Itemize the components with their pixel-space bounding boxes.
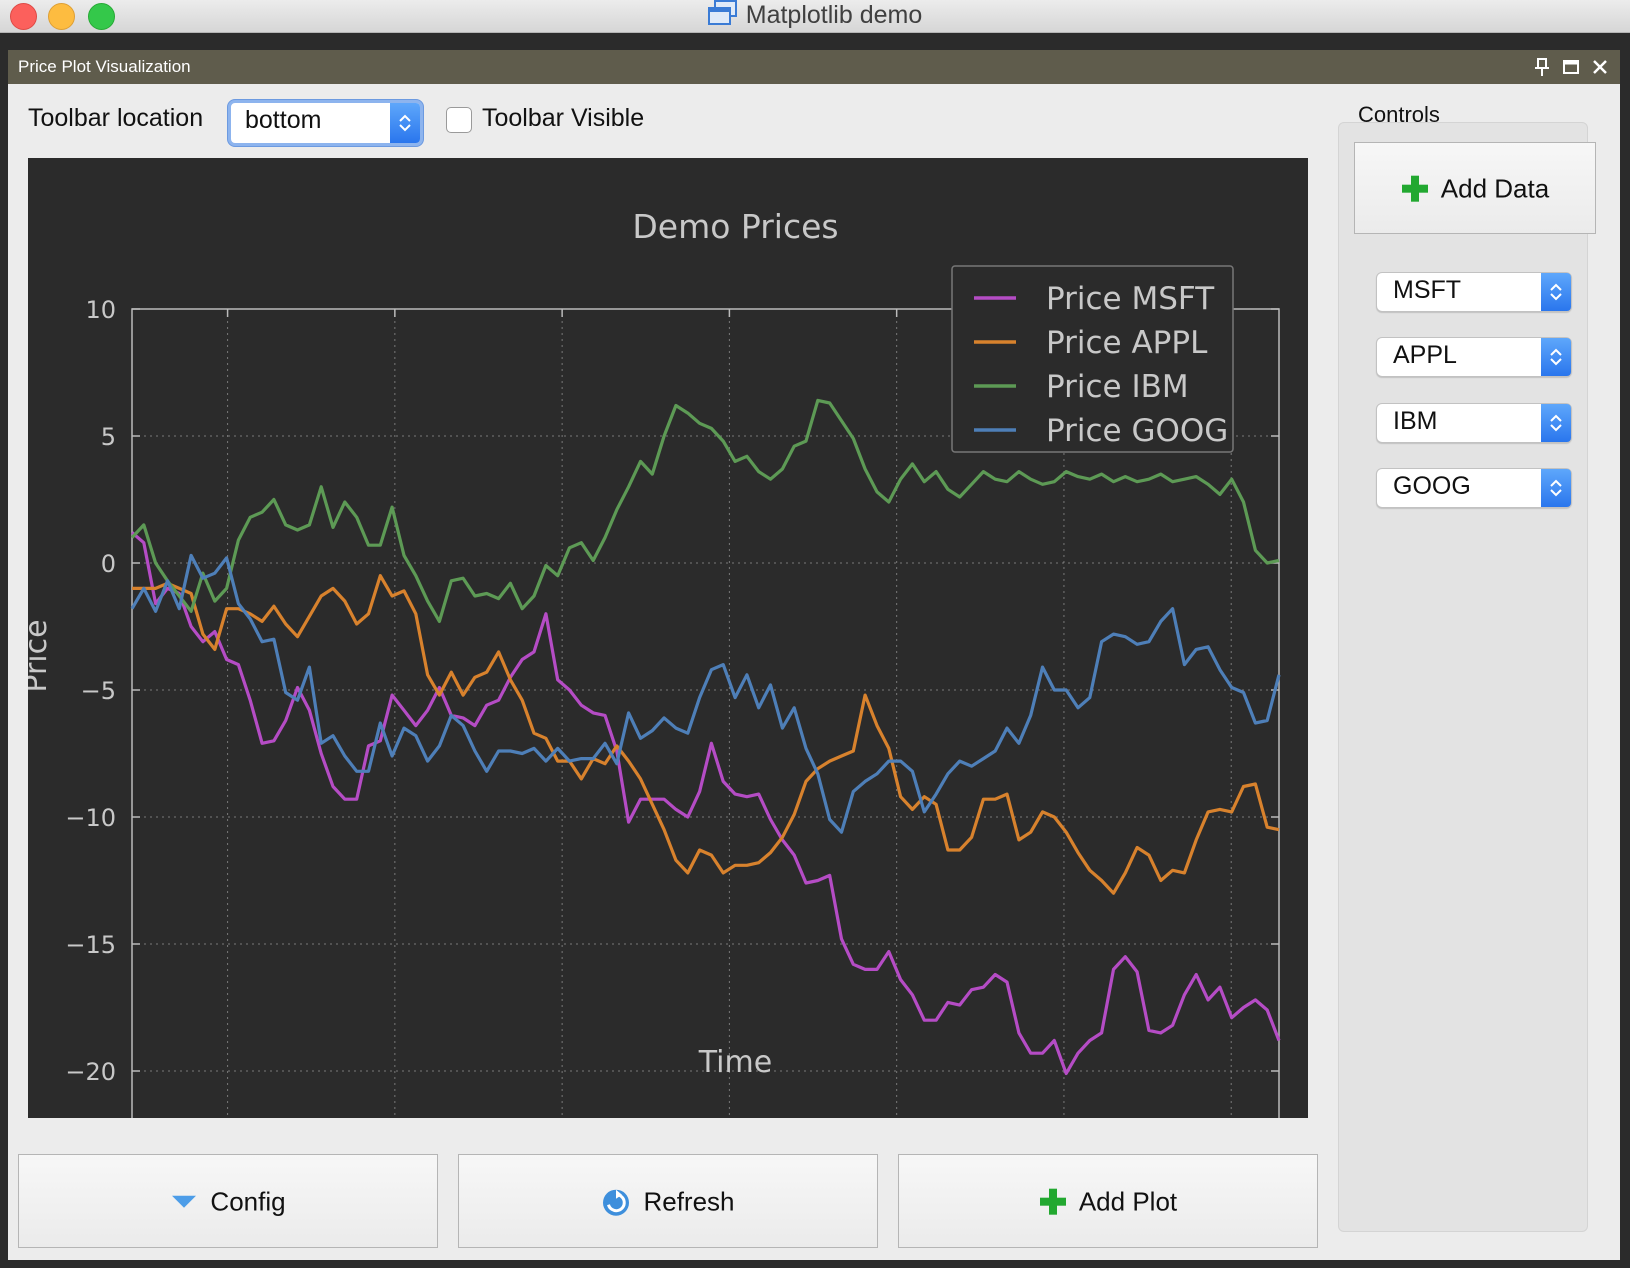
y-tick-label: 0 — [101, 550, 116, 578]
y-tick-label: 10 — [85, 296, 116, 324]
series-line-msft — [130, 531, 1281, 1076]
select-arrows-icon — [1541, 338, 1571, 376]
y-tick-label: −10 — [65, 804, 116, 832]
combo-appl[interactable]: APPL — [1376, 337, 1572, 377]
legend-label: Price IBM — [1046, 369, 1189, 405]
legend-label: Price APPL — [1046, 325, 1208, 361]
add-data-button[interactable]: Add Data — [1354, 142, 1596, 234]
toolbar-visible-label: Toolbar Visible — [482, 104, 645, 132]
y-tick-label: 5 — [101, 423, 116, 451]
add-plot-button[interactable]: Add Plot — [898, 1154, 1318, 1248]
chart-canvas: 1050−5−10−15−20−25Jan 12 2010Jan 26 2010… — [28, 207, 1281, 1118]
refresh-icon — [603, 1189, 630, 1216]
toolbar-location-label: Toolbar location — [28, 104, 204, 132]
chart-title: Demo Prices — [632, 207, 838, 246]
y-axis-label: Price — [28, 619, 54, 692]
dock-title: Price Plot Visualization — [18, 57, 191, 76]
price-plot-dock: Price Plot Visualization Toolbar locatio… — [8, 50, 1620, 1260]
combo-ibm[interactable]: IBM — [1376, 403, 1572, 443]
x-axis-label: Time — [698, 1045, 772, 1080]
select-arrows-icon — [1541, 469, 1571, 507]
y-tick-label: −5 — [81, 677, 116, 705]
select-arrows-icon — [390, 103, 420, 143]
series-line-appl — [132, 574, 1280, 895]
window-titlebar: Matplotlib demo — [0, 0, 1630, 33]
add-plot-label: Add Plot — [1078, 1186, 1178, 1217]
y-tick-label: −20 — [65, 1058, 116, 1086]
refresh-label: Refresh — [643, 1186, 735, 1217]
add-data-label: Add Data — [1440, 173, 1550, 204]
chevron-down-icon — [172, 1195, 197, 1208]
toolbar-location-select[interactable]: bottom — [228, 100, 423, 146]
maximize-icon[interactable] — [1561, 57, 1581, 77]
pin-icon[interactable] — [1532, 57, 1552, 77]
combo-ibm-value: IBM — [1393, 407, 1438, 435]
combo-msft-value: MSFT — [1393, 276, 1462, 304]
window-title: Matplotlib demo — [745, 1, 923, 30]
y-tick-label: −15 — [65, 931, 116, 959]
plus-icon — [1039, 1188, 1066, 1215]
combo-msft[interactable]: MSFT — [1376, 272, 1572, 312]
combo-goog-value: GOOG — [1393, 472, 1471, 500]
close-icon[interactable] — [1590, 57, 1610, 77]
legend-label: Price MSFT — [1046, 281, 1215, 317]
plus-icon — [1401, 175, 1428, 202]
config-button[interactable]: Config — [18, 1154, 438, 1248]
refresh-button[interactable]: Refresh — [458, 1154, 878, 1248]
select-arrows-icon — [1541, 273, 1571, 311]
series-line-goog — [130, 553, 1281, 834]
combo-goog[interactable]: GOOG — [1376, 468, 1572, 508]
combo-appl-value: APPL — [1393, 341, 1457, 369]
select-arrows-icon — [1541, 404, 1571, 442]
dock-titlebar[interactable]: Price Plot Visualization — [8, 50, 1620, 84]
config-label: Config — [210, 1186, 286, 1217]
toolbar-visible-checkbox[interactable] — [446, 107, 472, 133]
app-window-icon — [707, 0, 738, 33]
price-chart: 1050−5−10−15−20−25Jan 12 2010Jan 26 2010… — [28, 158, 1308, 1118]
toolbar-location-value: bottom — [245, 106, 322, 134]
legend-label: Price GOOG — [1046, 413, 1228, 449]
